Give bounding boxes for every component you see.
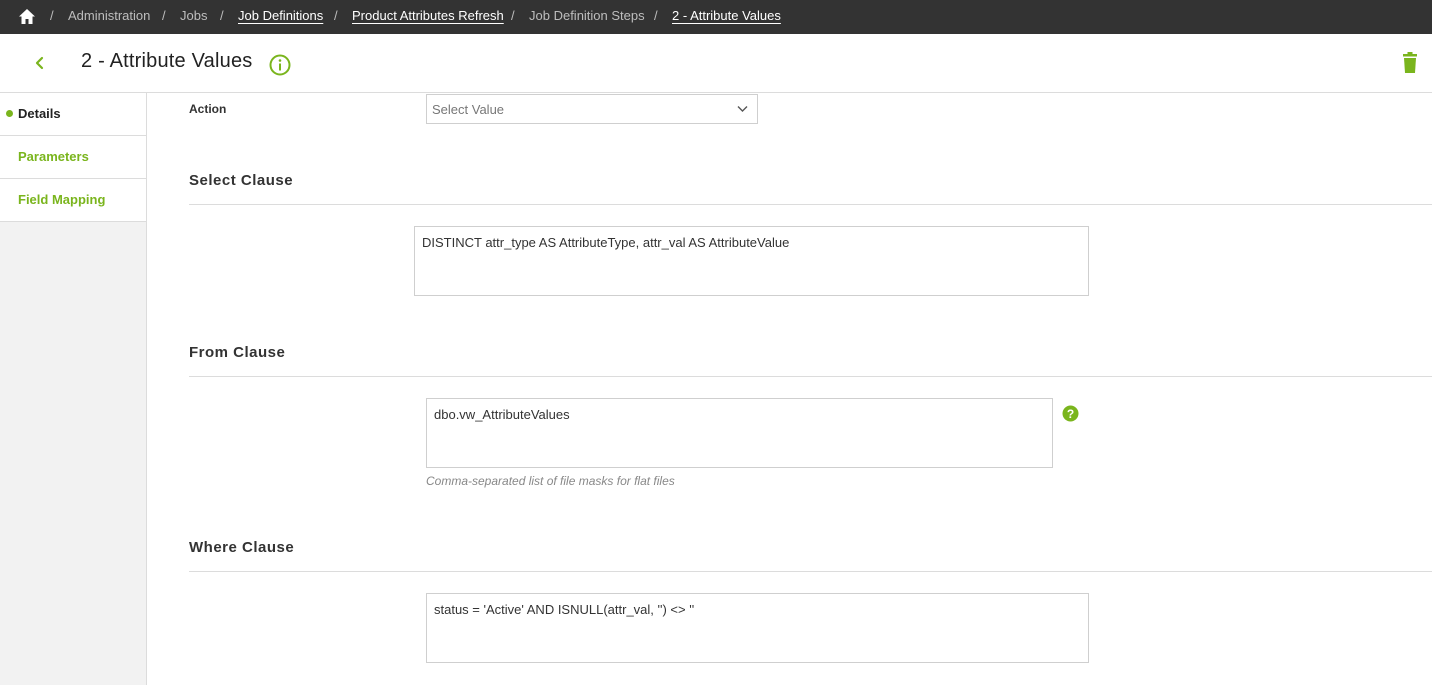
breadcrumb-current[interactable]: 2 - Attribute Values [672,0,781,34]
back-chevron-icon[interactable] [30,52,50,74]
breadcrumb-administration[interactable]: Administration [68,0,150,34]
section-divider [189,571,1432,572]
action-select[interactable]: Select Value [426,94,758,124]
breadcrumb: / Administration / Jobs / Job Definition… [0,0,1432,34]
action-label: Action [189,102,227,116]
sidebar-item-label: Field Mapping [18,192,106,207]
from-clause-title: From Clause [189,344,286,361]
sidebar-item-label: Parameters [18,149,89,164]
breadcrumb-separator: / [654,8,658,23]
sidebar: Details Parameters Field Mapping [0,93,147,685]
breadcrumb-separator: / [334,8,338,23]
chevron-down-icon [737,106,748,112]
svg-text:?: ? [1067,407,1074,421]
active-indicator-dot [6,110,13,117]
sidebar-item-parameters[interactable]: Parameters [0,136,146,179]
page-title: 2 - Attribute Values [81,50,253,72]
section-divider [189,376,1432,377]
action-select-value: Select Value [432,102,505,117]
select-clause-title: Select Clause [189,172,294,189]
breadcrumb-separator: / [220,8,224,23]
info-icon[interactable] [268,53,292,77]
help-question-icon[interactable]: ? [1062,405,1079,422]
section-divider [189,204,1432,205]
breadcrumb-product-attributes-refresh[interactable]: Product Attributes Refresh [352,0,504,34]
breadcrumb-separator: / [511,8,515,23]
trash-icon[interactable] [1400,51,1420,75]
from-clause-textarea[interactable]: dbo.vw_AttributeValues [426,398,1053,468]
breadcrumb-job-definitions[interactable]: Job Definitions [238,0,323,34]
breadcrumb-jobs[interactable]: Jobs [180,0,207,34]
from-clause-help-text: Comma-separated list of file masks for f… [426,474,675,488]
home-icon[interactable] [18,8,36,25]
sidebar-item-details[interactable]: Details [0,93,146,136]
breadcrumb-separator: / [162,8,166,23]
sidebar-item-label: Details [18,106,61,121]
breadcrumb-separator: / [50,8,54,23]
page-header: 2 - Attribute Values [0,34,1432,93]
select-clause-textarea[interactable]: DISTINCT attr_type AS AttributeType, att… [414,226,1089,296]
breadcrumb-job-definition-steps[interactable]: Job Definition Steps [529,0,645,34]
sidebar-item-field-mapping[interactable]: Field Mapping [0,179,146,222]
where-clause-title: Where Clause [189,539,295,556]
where-clause-textarea[interactable]: status = 'Active' AND ISNULL(attr_val, '… [426,593,1089,663]
